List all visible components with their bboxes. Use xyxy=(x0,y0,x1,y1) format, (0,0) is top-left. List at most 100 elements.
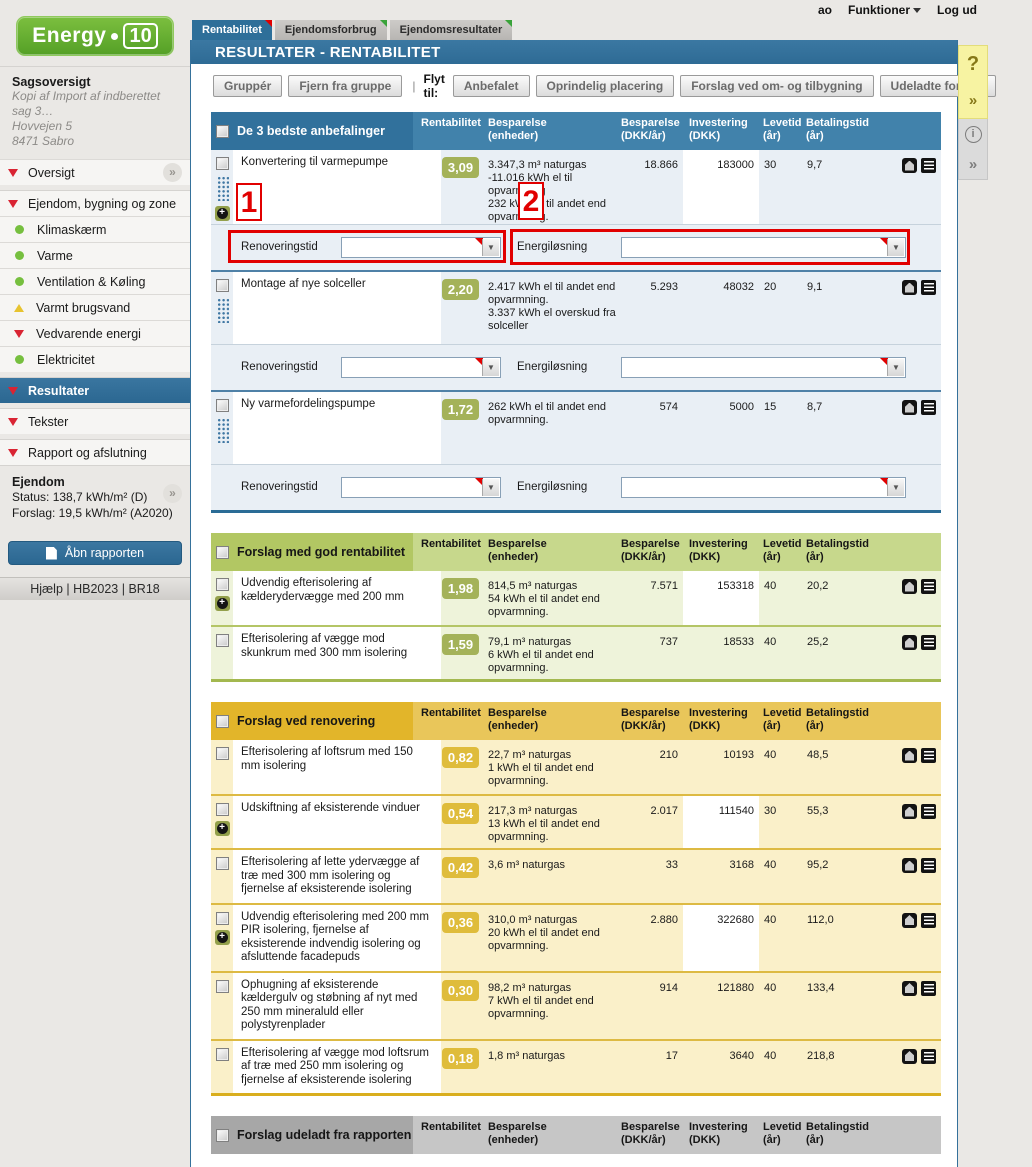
help-icon[interactable]: ? xyxy=(959,46,987,82)
house-icon[interactable] xyxy=(902,913,917,928)
functions-menu[interactable]: Funktioner xyxy=(848,3,921,17)
dropdown-arrow-icon: ▼ xyxy=(482,359,499,376)
info-icon[interactable]: i xyxy=(959,119,987,149)
investment-value: 3640 xyxy=(683,1041,759,1094)
notes-icon[interactable] xyxy=(921,400,936,415)
house-icon[interactable] xyxy=(902,158,917,173)
row-checkbox[interactable] xyxy=(216,1048,229,1061)
sidebar-item-vedvarende-energi[interactable]: Vedvarende energi » xyxy=(0,320,190,346)
energy-solution-select[interactable]: ▼ xyxy=(621,237,906,258)
renovation-time-select[interactable]: ▼ xyxy=(341,357,501,378)
select-all-checkbox[interactable] xyxy=(216,546,229,559)
sidebar-item-klimask-rm[interactable]: Klimaskærm » xyxy=(0,216,190,242)
profitability-badge: 0,36 xyxy=(442,912,479,933)
energy-solution-select[interactable]: ▼ xyxy=(621,357,906,378)
row-checkbox[interactable] xyxy=(216,578,229,591)
drag-handle[interactable] xyxy=(216,297,229,323)
row-checkbox[interactable] xyxy=(216,857,229,870)
drag-handle[interactable] xyxy=(216,175,229,201)
select-all-checkbox[interactable] xyxy=(216,1129,229,1142)
investment-value: 111540 xyxy=(683,796,759,848)
energy-solution-select[interactable]: ▼ xyxy=(621,477,906,498)
sidebar-item-rapport-og-afslutning[interactable]: Rapport og afslutning » xyxy=(0,439,190,465)
tab-ejendomsforbrug[interactable]: Ejendomsforbrug xyxy=(275,20,387,40)
expand-button[interactable]: + xyxy=(215,821,230,836)
notes-icon[interactable] xyxy=(921,858,936,873)
sidebar-footer-links[interactable]: Hjælp | HB2023 | BR18 xyxy=(0,577,190,600)
row-checkbox[interactable] xyxy=(216,157,229,170)
table-title: De 3 bedste anbefalinger xyxy=(237,124,385,138)
renovation-time-select[interactable]: ▼ xyxy=(341,237,501,258)
sidebar-item-ejendom-bygning-og-zone[interactable]: Ejendom, bygning og zone » xyxy=(0,190,190,216)
row-checkbox[interactable] xyxy=(216,279,229,292)
sidebar-item-elektricitet[interactable]: Elektricitet » xyxy=(0,346,190,372)
expand-chevron-icon[interactable]: » xyxy=(163,484,182,503)
group-button[interactable]: Gruppér xyxy=(213,75,282,97)
row-checkbox[interactable] xyxy=(216,912,229,925)
original-placement-button[interactable]: Oprindelig placering xyxy=(536,75,675,97)
notes-icon[interactable] xyxy=(921,913,936,928)
expand-chevron-icon[interactable]: » xyxy=(163,163,182,182)
open-report-button[interactable]: Åbn rapporten xyxy=(8,541,182,565)
nav-marker-icon xyxy=(15,277,24,286)
table-body: + Konvertering til varmepumpe 3,09 3.347… xyxy=(211,150,941,510)
select-all-checkbox[interactable] xyxy=(216,715,229,728)
more-panel-icon[interactable]: » xyxy=(959,149,987,179)
house-icon[interactable] xyxy=(902,400,917,415)
house-icon[interactable] xyxy=(902,1049,917,1064)
col-header-levetid: Levetid (år) xyxy=(763,117,806,150)
tab-rentabilitet[interactable]: Rentabilitet xyxy=(192,20,272,40)
select-all-checkbox[interactable] xyxy=(216,125,229,138)
lifetime-value: 15 xyxy=(759,392,803,464)
notes-icon[interactable] xyxy=(921,1049,936,1064)
row-checkbox[interactable] xyxy=(216,399,229,412)
col-header-betalingstid: Betalingstid (år) xyxy=(806,707,941,740)
proposal-name: Efterisolering af vægge mod loftsrum af … xyxy=(233,1041,441,1094)
user-initials: ao xyxy=(818,3,832,17)
house-icon[interactable] xyxy=(902,858,917,873)
toolbar-divider: | xyxy=(412,79,415,93)
expand-button[interactable]: + xyxy=(215,930,230,945)
notes-icon[interactable] xyxy=(921,635,936,650)
expand-button[interactable]: + xyxy=(215,596,230,611)
sidebar-item-varmt-brugsvand[interactable]: Varmt brugsvand » xyxy=(0,294,190,320)
renovation-time-select[interactable]: ▼ xyxy=(341,477,501,498)
house-icon[interactable] xyxy=(902,280,917,295)
sidebar-item-oversigt[interactable]: Oversigt » xyxy=(0,159,190,185)
notes-icon[interactable] xyxy=(921,158,936,173)
house-icon[interactable] xyxy=(902,981,917,996)
row-checkbox[interactable] xyxy=(216,803,229,816)
sidebar-item-varme[interactable]: Varme » xyxy=(0,242,190,268)
notes-icon[interactable] xyxy=(921,579,936,594)
sidebar-item-ventilation-k-ling[interactable]: Ventilation & Køling » xyxy=(0,268,190,294)
house-icon[interactable] xyxy=(902,804,917,819)
notes-icon[interactable] xyxy=(921,748,936,763)
logo-dot-icon xyxy=(111,33,118,40)
logout-link[interactable]: Log ud xyxy=(937,3,977,17)
investment-value: 121880 xyxy=(683,973,759,1039)
notes-icon[interactable] xyxy=(921,804,936,819)
sidebar-item-resultater[interactable]: Resultater » xyxy=(0,377,190,403)
row-checkbox[interactable] xyxy=(216,747,229,760)
house-icon[interactable] xyxy=(902,748,917,763)
sidebar-item-tekster[interactable]: Tekster » xyxy=(0,408,190,434)
lifetime-value: 40 xyxy=(759,627,803,679)
remove-from-group-button[interactable]: Fjern fra gruppe xyxy=(288,75,402,97)
row-checkbox[interactable] xyxy=(216,980,229,993)
col-header-investering: Investering (DKK) xyxy=(689,117,763,150)
rebuild-proposals-button[interactable]: Forslag ved om- og tilbygning xyxy=(680,75,873,97)
notes-icon[interactable] xyxy=(921,981,936,996)
profitability-badge: 0,54 xyxy=(442,803,479,824)
sidebar-item-label: Vedvarende energi xyxy=(36,327,141,341)
expand-button[interactable]: + xyxy=(215,206,230,221)
dropdown-arrow-icon: ▼ xyxy=(482,479,499,496)
house-icon[interactable] xyxy=(902,579,917,594)
expand-panel-icon[interactable]: » xyxy=(959,82,987,118)
house-icon[interactable] xyxy=(902,635,917,650)
tab-ejendomsresultater[interactable]: Ejendomsresultater xyxy=(390,20,513,40)
proposal-row: Montage af nye solceller 2,20 2.417 kWh … xyxy=(211,270,941,344)
row-checkbox[interactable] xyxy=(216,634,229,647)
drag-handle[interactable] xyxy=(216,417,229,443)
recommended-button[interactable]: Anbefalet xyxy=(453,75,530,97)
notes-icon[interactable] xyxy=(921,280,936,295)
